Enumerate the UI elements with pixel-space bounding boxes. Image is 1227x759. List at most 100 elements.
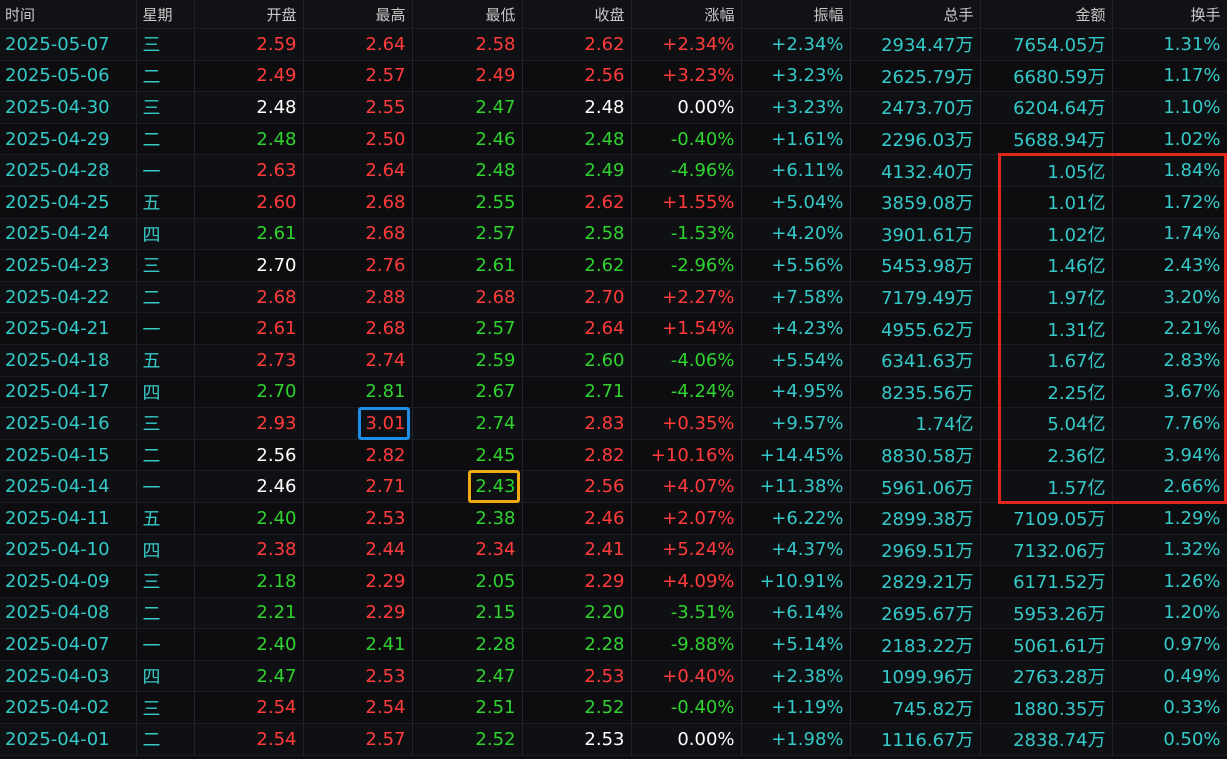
weekday-cell: 三 xyxy=(136,28,195,61)
weekday-cell: 四 xyxy=(136,534,195,567)
amount-cell: 5953.26万 xyxy=(980,597,1113,630)
table-row[interactable]: 2025-04-14 一 2.46 2.71 2.43 2.56 +4.07% +11.38%… xyxy=(0,470,1227,503)
high-cell: 2.64 xyxy=(303,28,413,61)
table-row[interactable]: 2025-04-09 三 2.18 2.29 2.05 2.29 +4.09% +10.91%… xyxy=(0,565,1227,598)
volume-cell: 2625.79万 xyxy=(850,60,981,93)
table-row[interactable]: 2025-04-23 三 2.70 2.76 2.61 2.62 -2.96% +5.56% 5… xyxy=(0,249,1227,282)
high-cell: 2.53 xyxy=(303,660,413,693)
column-header-high[interactable]: 最高 xyxy=(303,0,413,29)
column-header-amount[interactable]: 金额 xyxy=(980,0,1113,29)
table-row[interactable]: 2025-04-28 一 2.63 2.64 2.48 2.49 -4.96% +6.11% 4… xyxy=(0,154,1227,187)
open-cell: 2.40 xyxy=(194,628,304,661)
amplitude-cell: +1.98% xyxy=(741,723,851,756)
high-cell: 2.88 xyxy=(303,281,413,314)
low-cell: 2.28 xyxy=(412,628,523,661)
open-cell: 2.59 xyxy=(194,28,304,61)
low-cell: 2.05 xyxy=(412,565,523,598)
change-cell: +2.27% xyxy=(631,281,742,314)
amount-cell: 2.36亿 xyxy=(980,439,1113,472)
table-row[interactable]: 2025-04-07 一 2.40 2.41 2.28 2.28 -9.88% +5.14% 2… xyxy=(0,628,1227,661)
volume-cell: 5453.98万 xyxy=(850,249,981,282)
table-row[interactable]: 2025-04-08 二 2.21 2.29 2.15 2.20 -3.51% +6.14% 2… xyxy=(0,597,1227,630)
table-row[interactable]: 2025-04-22 二 2.68 2.88 2.68 2.70 +2.27% +7.58% 7… xyxy=(0,281,1227,314)
table-row[interactable]: 2025-05-07 三 2.59 2.64 2.58 2.62 +2.34% +2.34% 2… xyxy=(0,28,1227,61)
weekday-cell: 三 xyxy=(136,407,195,440)
amount-cell: 1.05亿 xyxy=(980,154,1113,187)
open-cell: 2.70 xyxy=(194,376,304,409)
amount-cell: 1.67亿 xyxy=(980,344,1113,377)
amplitude-cell: +6.14% xyxy=(741,597,851,630)
open-cell: 2.48 xyxy=(194,123,304,156)
table-row[interactable]: 2025-04-29 二 2.48 2.50 2.46 2.48 -0.40% +1.61% 2… xyxy=(0,123,1227,156)
amount-cell: 7654.05万 xyxy=(980,28,1113,61)
open-cell: 2.54 xyxy=(194,723,304,756)
low-cell: 2.55 xyxy=(412,186,523,219)
table-row[interactable]: 2025-04-01 二 2.54 2.57 2.52 2.53 0.00% +1.98% 11… xyxy=(0,723,1227,756)
table-row[interactable]: 2025-04-15 二 2.56 2.82 2.45 2.82 +10.16% +14.45… xyxy=(0,439,1227,472)
column-header-change[interactable]: 涨幅 xyxy=(631,0,742,29)
weekday-cell: 四 xyxy=(136,376,195,409)
table-row[interactable]: 2025-04-24 四 2.61 2.68 2.57 2.58 -1.53% +4.20% 3… xyxy=(0,218,1227,251)
turnover-cell: 2.83% xyxy=(1112,344,1227,377)
volume-cell: 3859.08万 xyxy=(850,186,981,219)
open-cell: 2.61 xyxy=(194,312,304,345)
column-header-amplitude[interactable]: 振幅 xyxy=(741,0,851,29)
change-cell: -0.40% xyxy=(631,691,742,725)
turnover-cell: 1.29% xyxy=(1112,502,1227,535)
amount-cell: 6204.64万 xyxy=(980,91,1113,124)
volume-cell: 745.82万 xyxy=(850,691,981,725)
open-cell: 2.70 xyxy=(194,249,304,282)
volume-cell: 2473.70万 xyxy=(850,91,981,124)
turnover-cell: 0.33% xyxy=(1112,691,1227,725)
close-cell: 2.62 xyxy=(522,249,632,282)
change-cell: -9.88% xyxy=(631,628,742,661)
column-header-close[interactable]: 收盘 xyxy=(522,0,632,29)
table-row[interactable]: 2025-04-10 四 2.38 2.44 2.34 2.41 +5.24% +4.37% 2… xyxy=(0,534,1227,567)
amplitude-cell: +6.11% xyxy=(741,154,851,187)
close-cell: 2.83 xyxy=(522,407,632,440)
table-row[interactable]: 2025-04-02 三 2.54 2.54 2.51 2.52 -0.40% +1.19% 7… xyxy=(0,691,1227,725)
column-header-turnover[interactable]: 换手 xyxy=(1112,0,1227,29)
column-header-weekday[interactable]: 星期 xyxy=(136,0,195,29)
column-header-date[interactable]: 时间 xyxy=(0,0,137,29)
volume-cell: 7179.49万 xyxy=(850,281,981,314)
amount-cell: 1.46亿 xyxy=(980,249,1113,282)
volume-cell: 2934.47万 xyxy=(850,28,981,61)
high-cell: 2.76 xyxy=(303,249,413,282)
date-cell: 2025-04-11 xyxy=(0,502,137,535)
amount-cell: 5688.94万 xyxy=(980,123,1113,156)
weekday-cell: 二 xyxy=(136,123,195,156)
turnover-cell: 1.20% xyxy=(1112,597,1227,630)
volume-cell: 2829.21万 xyxy=(850,565,981,598)
low-cell: 2.43 xyxy=(412,470,523,503)
weekday-cell: 一 xyxy=(136,628,195,661)
weekday-cell: 一 xyxy=(136,312,195,345)
table-row[interactable]: 2025-05-06 二 2.49 2.57 2.49 2.56 +3.23% +3.23% 2… xyxy=(0,60,1227,93)
open-cell: 2.40 xyxy=(194,502,304,535)
close-cell: 2.48 xyxy=(522,91,632,124)
high-cell: 2.53 xyxy=(303,502,413,535)
table-row[interactable]: 2025-04-21 一 2.61 2.68 2.57 2.64 +1.54% +4.23% 4… xyxy=(0,312,1227,345)
date-cell: 2025-04-02 xyxy=(0,691,137,725)
close-cell: 2.64 xyxy=(522,312,632,345)
low-cell: 2.59 xyxy=(412,344,523,377)
turnover-cell: 0.49% xyxy=(1112,660,1227,693)
table-row[interactable]: 2025-04-18 五 2.73 2.74 2.59 2.60 -4.06% +5.54% 6… xyxy=(0,344,1227,377)
amount-cell: 5.04亿 xyxy=(980,407,1113,440)
change-cell: -3.51% xyxy=(631,597,742,630)
high-cell: 2.74 xyxy=(303,344,413,377)
change-cell: +0.40% xyxy=(631,660,742,693)
close-cell: 2.53 xyxy=(522,660,632,693)
column-header-volume[interactable]: 总手 xyxy=(850,0,981,29)
table-row[interactable]: 2025-04-30 三 2.48 2.55 2.47 2.48 0.00% +3.23% 24… xyxy=(0,91,1227,124)
high-cell: 3.01 xyxy=(303,407,413,440)
table-row[interactable]: 2025-04-11 五 2.40 2.53 2.38 2.46 +2.07% +6.22% 2… xyxy=(0,502,1227,535)
table-row[interactable]: 2025-04-03 四 2.47 2.53 2.47 2.53 +0.40% +2.38% 1… xyxy=(0,660,1227,693)
table-row[interactable]: 2025-04-16 三 2.93 3.01 2.74 2.83 +0.35% +9.57% 1… xyxy=(0,407,1227,440)
table-row[interactable]: 2025-04-25 五 2.60 2.68 2.55 2.62 +1.55% +5.04% 3… xyxy=(0,186,1227,219)
turnover-cell: 3.67% xyxy=(1112,376,1227,409)
table-row[interactable]: 2025-04-17 四 2.70 2.81 2.67 2.71 -4.24% +4.95% 8… xyxy=(0,376,1227,409)
date-cell: 2025-04-23 xyxy=(0,249,137,282)
column-header-low[interactable]: 最低 xyxy=(412,0,523,29)
column-header-open[interactable]: 开盘 xyxy=(194,0,304,29)
